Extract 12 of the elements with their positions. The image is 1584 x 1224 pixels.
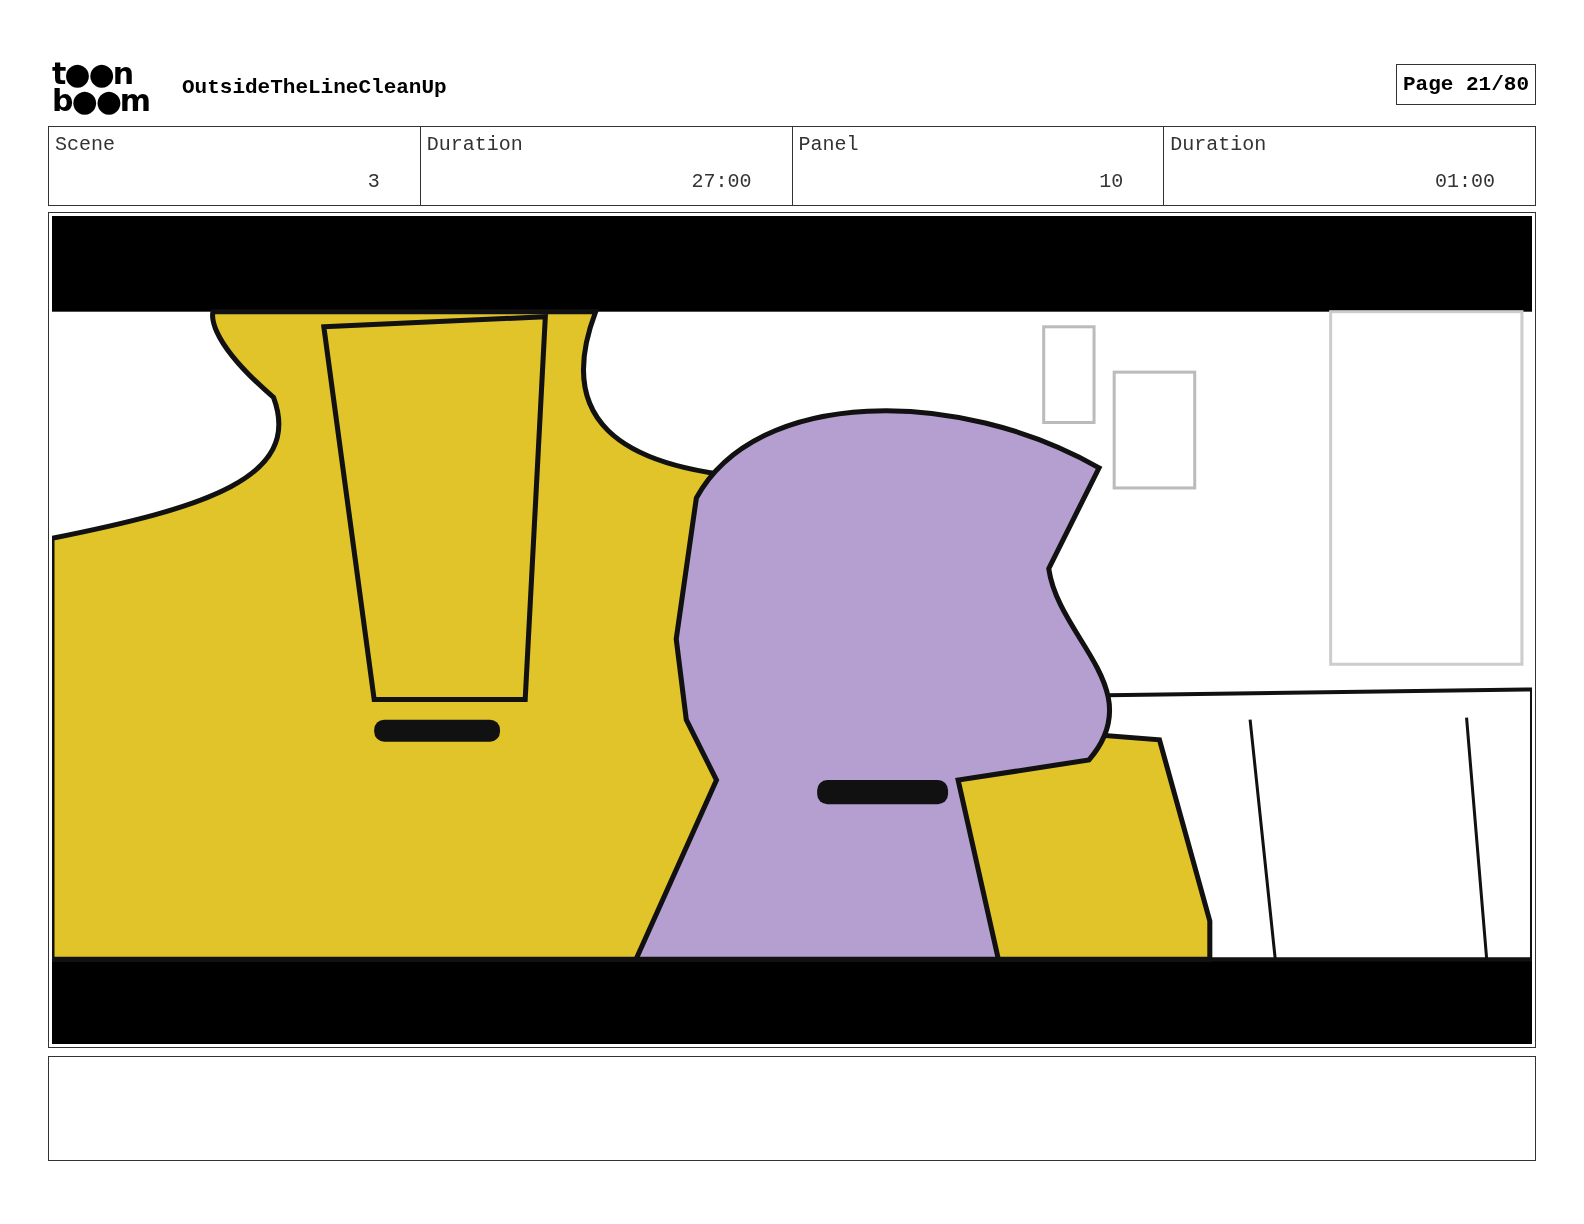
field-value: 3 — [367, 170, 380, 193]
field-label: Scene — [55, 133, 116, 156]
field-value: 01:00 — [1435, 170, 1495, 193]
logo-text: t●●n — [52, 60, 133, 87]
field-label: Duration — [426, 133, 524, 156]
page-number: Page 21/80 — [1395, 63, 1536, 105]
field-value: 10 — [1099, 170, 1124, 193]
field-label: Duration — [1170, 133, 1268, 156]
field-label: Panel — [798, 133, 860, 156]
logo-text: b●●m — [52, 87, 151, 114]
field-value: 27:00 — [691, 170, 752, 193]
project-title: OutsideTheLineCleanUp — [182, 75, 447, 99]
